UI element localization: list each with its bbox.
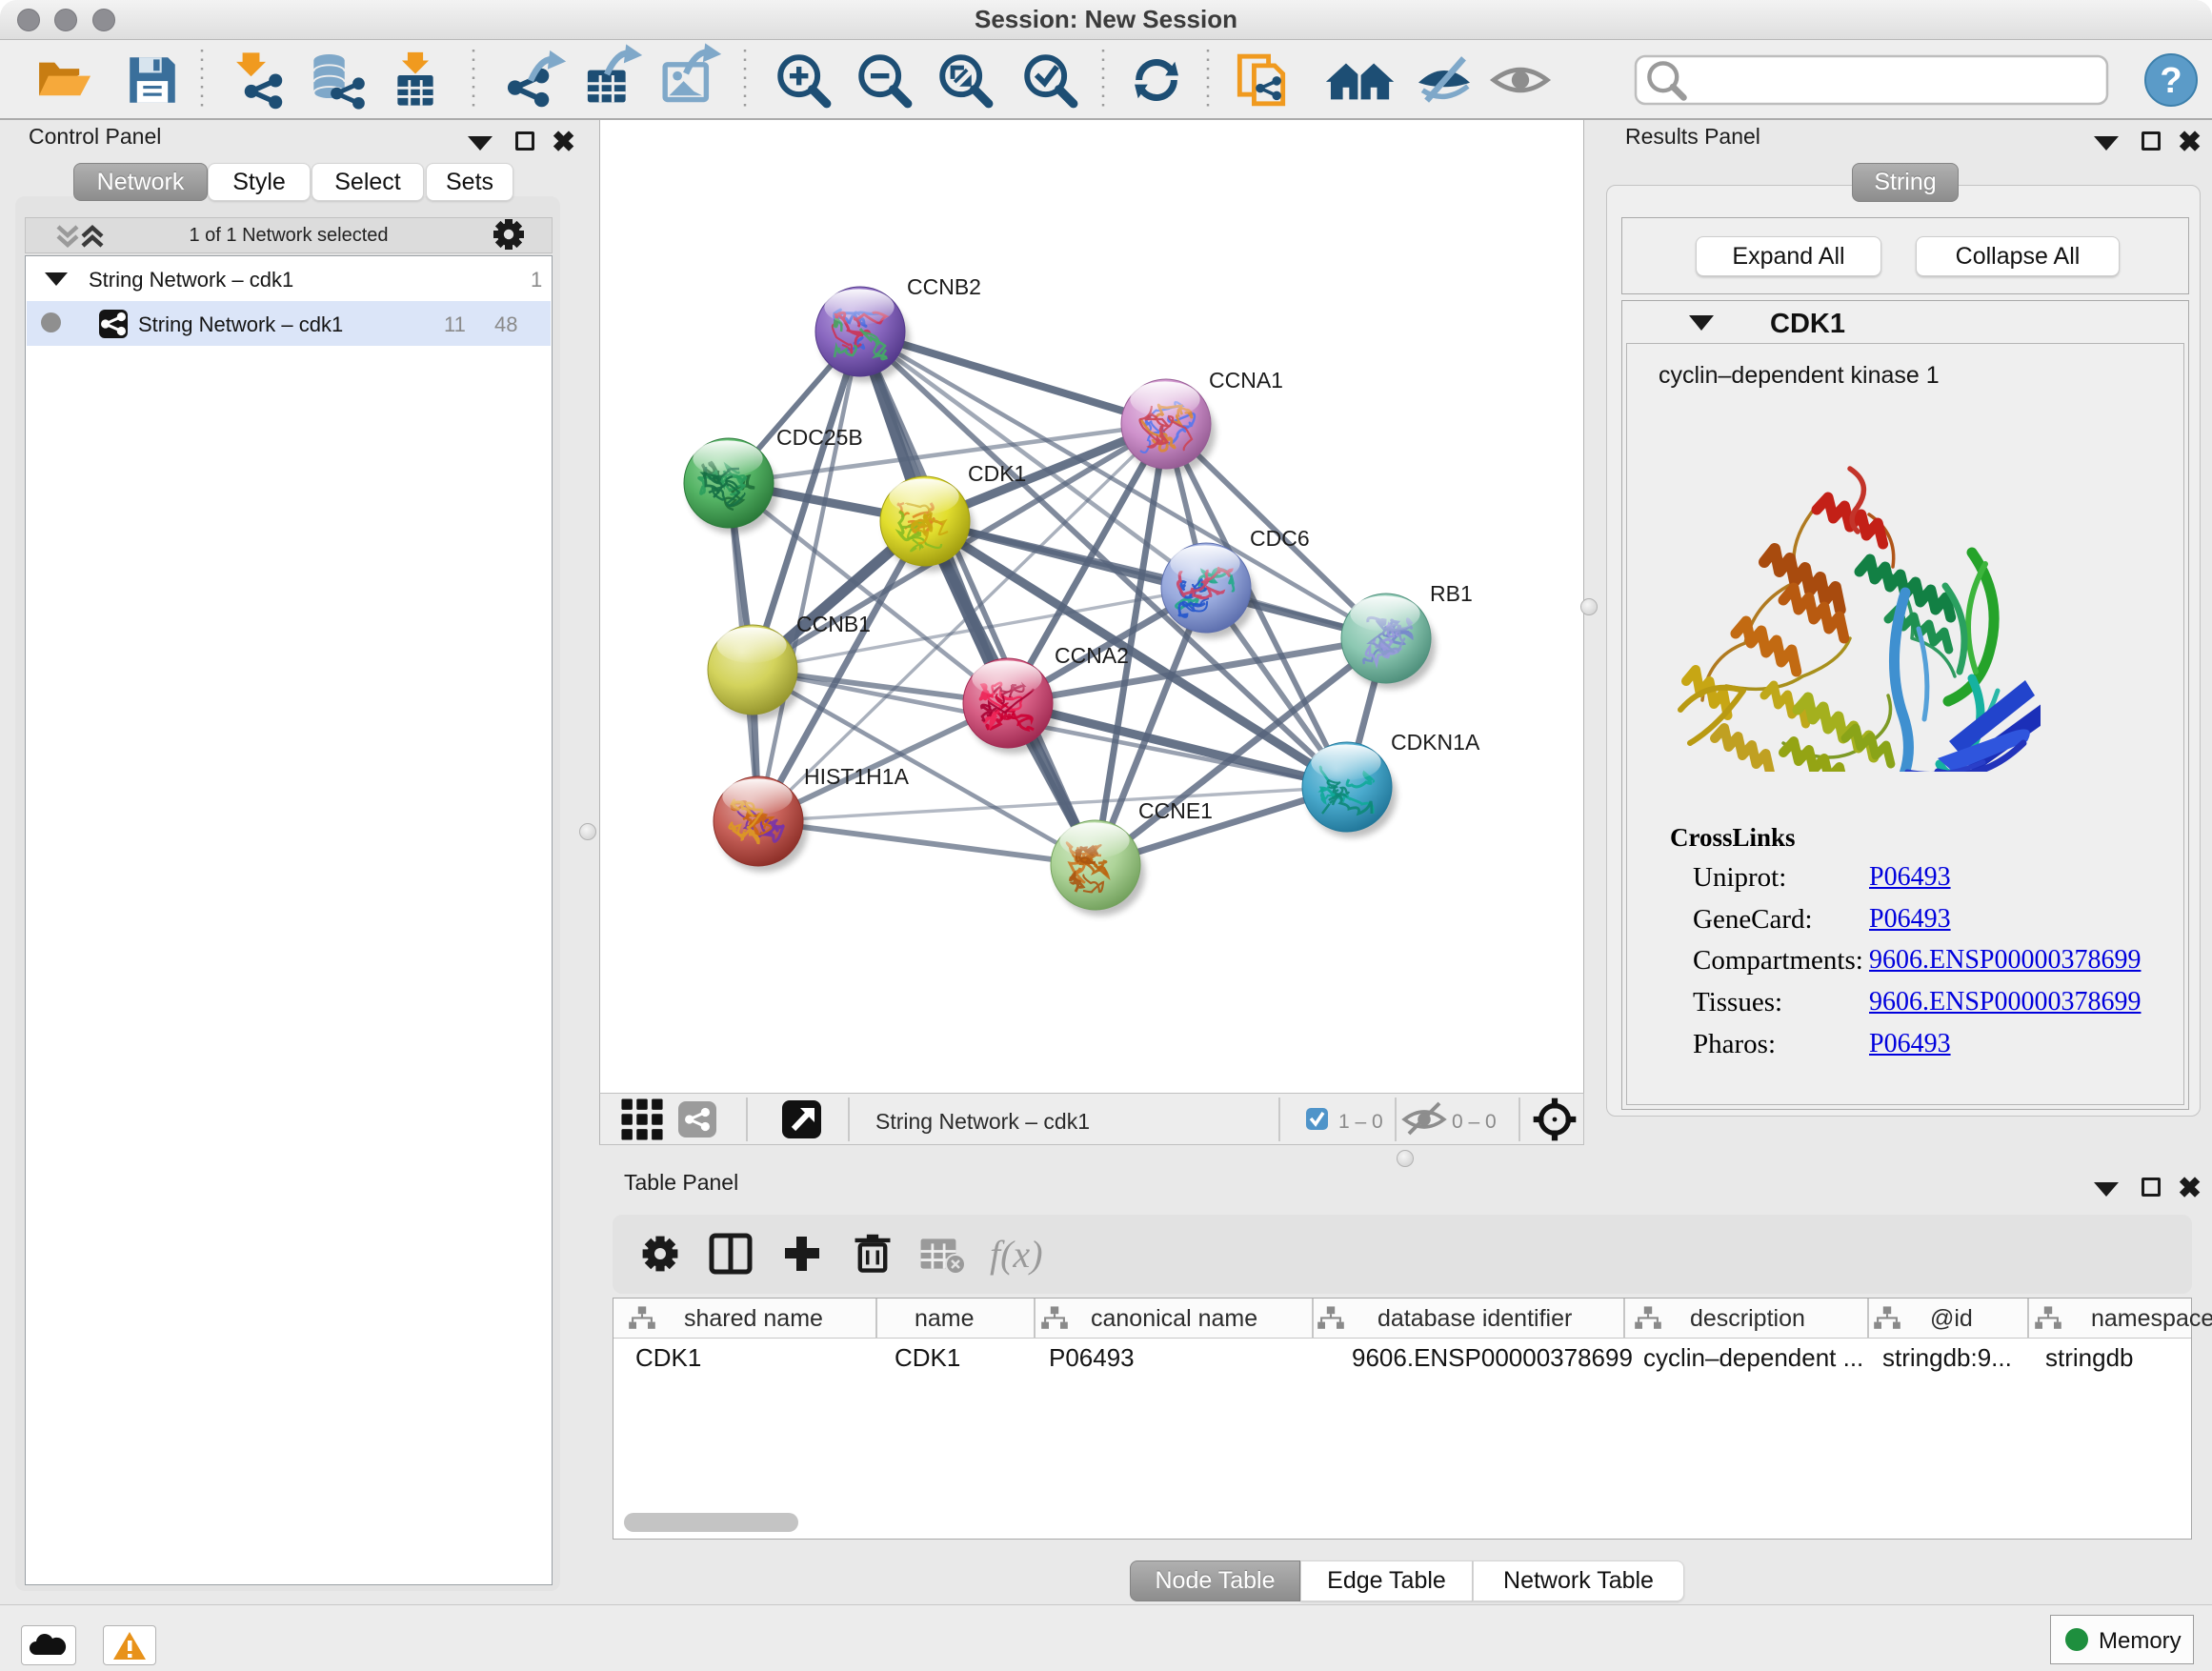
svg-text:?: ? bbox=[2160, 61, 2182, 101]
svg-text:CCNA2: CCNA2 bbox=[1055, 643, 1129, 668]
svg-text:HIST1H1A: HIST1H1A bbox=[804, 764, 910, 789]
svg-text:CDC25B: CDC25B bbox=[776, 425, 863, 450]
svg-text:CDK1: CDK1 bbox=[968, 461, 1026, 486]
svg-text:CCNB2: CCNB2 bbox=[907, 274, 981, 299]
svg-text:CDKN1A: CDKN1A bbox=[1391, 730, 1480, 755]
svg-text:CDC6: CDC6 bbox=[1250, 526, 1310, 551]
svg-text:CCNA1: CCNA1 bbox=[1209, 368, 1283, 393]
svg-text:RB1: RB1 bbox=[1430, 581, 1473, 606]
svg-text:CCNE1: CCNE1 bbox=[1138, 798, 1213, 823]
svg-text:CCNB1: CCNB1 bbox=[796, 612, 871, 636]
